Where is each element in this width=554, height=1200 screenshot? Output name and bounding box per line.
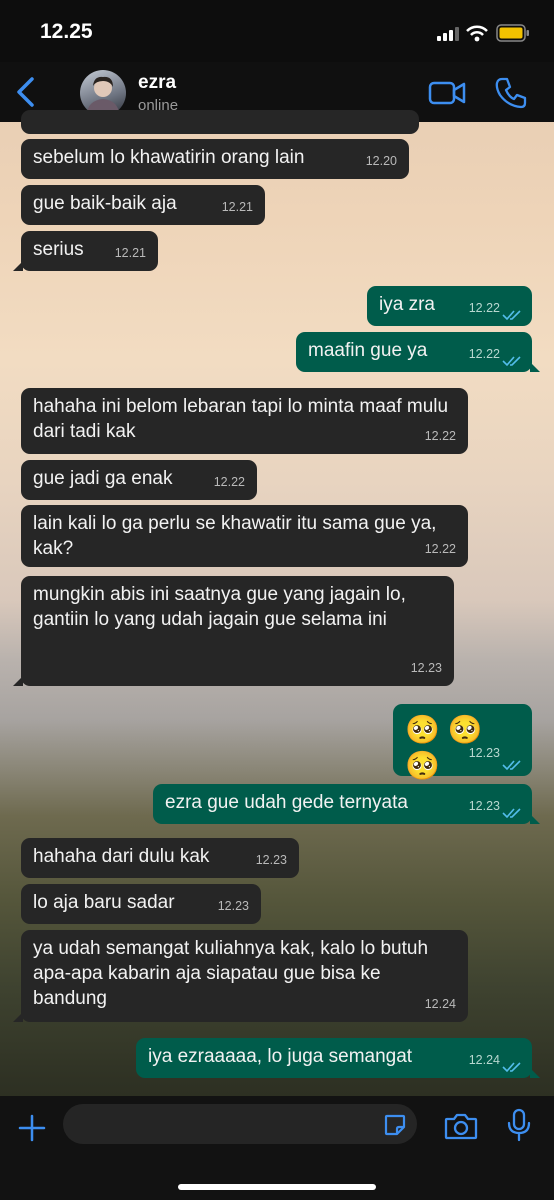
status-bar: 12.25 xyxy=(0,0,554,62)
sticker-icon[interactable] xyxy=(383,1113,407,1137)
bubble-tail xyxy=(530,362,540,372)
contact-name[interactable]: ezra xyxy=(138,72,176,94)
read-receipt-icon xyxy=(502,310,521,321)
status-time: 12.25 xyxy=(40,20,93,43)
message-text: iya zra xyxy=(379,294,435,315)
message-bubble[interactable]: hahaha dari dulu kak 12.23 xyxy=(21,838,299,878)
message-bubble[interactable]: hahaha ini belom lebaran tapi lo minta m… xyxy=(21,388,468,454)
message-text: hahaha ini belom lebaran tapi lo minta m… xyxy=(33,396,449,442)
message-bubble[interactable]: maafin gue ya 12.22 xyxy=(296,332,540,372)
back-icon[interactable] xyxy=(12,76,40,108)
message-list[interactable]: sebelum lo khawatirin orang lain 12.20 g… xyxy=(0,110,554,1092)
voice-call-icon[interactable] xyxy=(494,76,528,110)
message-bubble[interactable]: gue baik-baik aja 12.21 xyxy=(21,185,265,225)
message-text: maafin gue ya xyxy=(308,340,428,361)
message-text: hahaha dari dulu kak xyxy=(33,846,210,867)
plus-icon[interactable] xyxy=(16,1112,48,1144)
message-text: sebelum lo khawatirin orang lain xyxy=(33,147,305,168)
message-bubble[interactable]: ya udah semangat kuliahnya kak, kalo lo … xyxy=(13,930,468,1022)
message-time: 12.23 xyxy=(255,853,287,867)
message-time: 12.22 xyxy=(424,429,456,443)
bubble-tail xyxy=(13,1012,23,1022)
read-receipt-icon xyxy=(502,760,521,771)
message-time: 12.24 xyxy=(468,1053,500,1067)
message-time: 12.22 xyxy=(468,301,500,315)
message-text: mungkin abis ini saatnya gue yang jagain… xyxy=(33,584,406,630)
message-partial xyxy=(21,110,419,134)
microphone-icon[interactable] xyxy=(506,1108,532,1142)
message-bubble[interactable]: iya zra 12.22 xyxy=(367,286,532,326)
bubble-tail xyxy=(530,814,540,824)
camera-icon[interactable] xyxy=(444,1112,478,1140)
message-time: 12.23 xyxy=(217,899,249,913)
message-time: 12.23 xyxy=(468,746,500,760)
read-receipt-icon xyxy=(502,356,521,367)
bubble-tail xyxy=(13,261,23,271)
message-text: ezra gue udah gede ternyata xyxy=(165,792,408,813)
message-bubble[interactable]: lain kali lo ga perlu se khawatir itu sa… xyxy=(21,505,468,567)
message-text: serius xyxy=(33,239,84,260)
message-bubble[interactable]: lo aja baru sadar 12.23 xyxy=(21,884,261,924)
message-bubble[interactable]: ezra gue udah gede ternyata 12.23 xyxy=(153,784,540,824)
message-text: gue jadi ga enak xyxy=(33,468,173,489)
signal-icon xyxy=(437,27,459,41)
battery-icon xyxy=(496,24,529,42)
message-text: lo aja baru sadar xyxy=(33,892,175,913)
read-receipt-icon xyxy=(502,808,521,819)
home-indicator[interactable] xyxy=(178,1184,376,1190)
message-text: ya udah semangat kuliahnya kak, kalo lo … xyxy=(33,938,429,1009)
message-time: 12.22 xyxy=(468,347,500,361)
wifi-icon xyxy=(466,25,488,42)
message-time: 12.21 xyxy=(114,246,146,260)
message-bubble[interactable]: iya ezraaaaa, lo juga semangat 12.24 xyxy=(136,1038,540,1078)
message-bubble[interactable]: mungkin abis ini saatnya gue yang jagain… xyxy=(13,576,454,686)
bubble-tail xyxy=(13,676,23,686)
message-time: 12.20 xyxy=(365,154,397,168)
read-receipt-icon xyxy=(502,1062,521,1073)
bubble-tail xyxy=(530,1068,540,1078)
message-time: 12.22 xyxy=(424,542,456,556)
message-time: 12.23 xyxy=(468,799,500,813)
message-text: gue baik-baik aja xyxy=(33,193,177,214)
message-text: lain kali lo ga perlu se khawatir itu sa… xyxy=(33,513,437,559)
composer-bar xyxy=(0,1096,554,1200)
message-bubble[interactable]: gue jadi ga enak 12.22 xyxy=(21,460,257,500)
message-bubble[interactable]: 🥺 🥺 🥺 12.23 xyxy=(393,704,532,781)
message-time: 12.24 xyxy=(424,997,456,1011)
video-call-icon[interactable] xyxy=(428,80,466,106)
message-time: 12.21 xyxy=(221,200,253,214)
message-time: 12.22 xyxy=(213,475,245,489)
message-time: 12.23 xyxy=(410,661,442,675)
message-bubble[interactable]: serius 12.21 xyxy=(13,231,158,271)
message-input[interactable] xyxy=(63,1104,417,1144)
message-bubble[interactable]: sebelum lo khawatirin orang lain 12.20 xyxy=(21,139,409,179)
message-text: iya ezraaaaa, lo juga semangat xyxy=(148,1046,413,1067)
